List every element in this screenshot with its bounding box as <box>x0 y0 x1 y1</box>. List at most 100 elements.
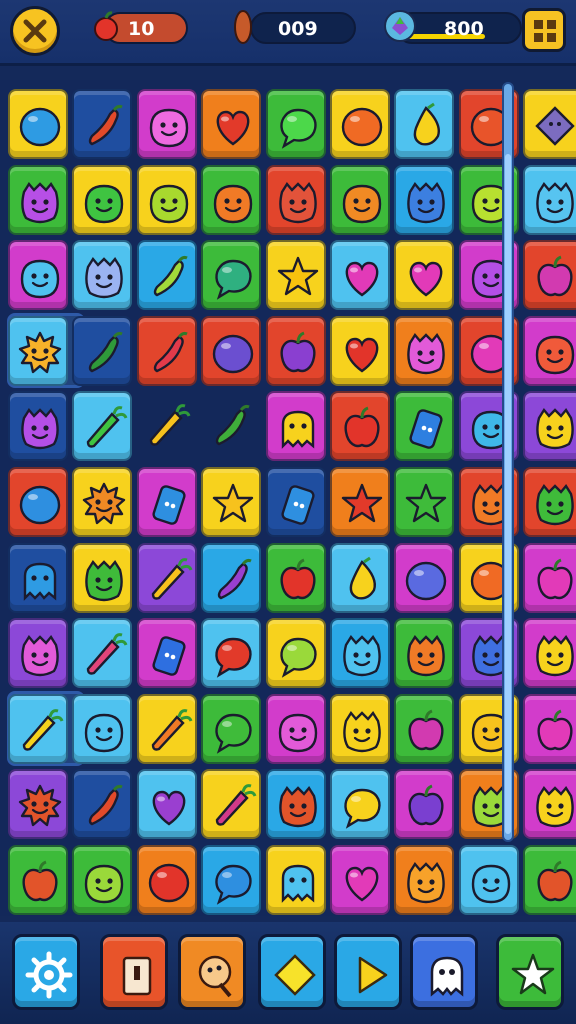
board-tile[interactable] <box>8 693 68 764</box>
board-tile[interactable] <box>72 467 133 537</box>
board-tile[interactable] <box>8 769 68 840</box>
board-tile[interactable] <box>394 769 455 840</box>
board-tile[interactable] <box>394 164 455 235</box>
board-tile[interactable] <box>330 769 390 840</box>
board-tile[interactable] <box>201 240 262 311</box>
board-tile[interactable] <box>523 693 576 764</box>
board-tile[interactable] <box>523 467 576 537</box>
board-tile[interactable] <box>394 391 455 462</box>
exit-button[interactable] <box>100 934 168 1010</box>
board-tile[interactable] <box>330 542 390 613</box>
board-tile[interactable] <box>8 542 68 613</box>
board-tile[interactable] <box>265 391 326 462</box>
board-tile[interactable] <box>136 164 197 235</box>
board-tile[interactable] <box>523 769 576 840</box>
board-tile[interactable] <box>330 89 390 159</box>
board-tile[interactable] <box>72 693 133 764</box>
board-tile[interactable] <box>201 315 262 386</box>
board-tile[interactable] <box>201 693 262 764</box>
board-tile[interactable] <box>394 315 455 386</box>
board-tile[interactable] <box>72 618 133 689</box>
board-tile[interactable] <box>330 467 390 537</box>
board-tile[interactable] <box>330 240 390 311</box>
board-tile[interactable] <box>265 467 326 537</box>
board-tile[interactable] <box>394 693 455 764</box>
close-button[interactable] <box>10 6 60 56</box>
board-tile[interactable] <box>136 845 197 915</box>
board-tile[interactable] <box>72 164 133 235</box>
board-tile[interactable] <box>265 240 326 311</box>
board-tile[interactable] <box>523 542 576 613</box>
board-scrollbar[interactable] <box>502 82 514 842</box>
board-tile[interactable] <box>523 391 576 462</box>
board-tile[interactable] <box>136 693 197 764</box>
board-tile[interactable] <box>394 467 455 537</box>
board-tile[interactable] <box>136 240 197 311</box>
booster-button[interactable] <box>178 934 246 1010</box>
board-tile[interactable] <box>136 769 197 840</box>
board-tile[interactable] <box>394 618 455 689</box>
board-tile[interactable] <box>265 89 326 159</box>
board-tile[interactable] <box>265 769 326 840</box>
board-tile[interactable] <box>265 845 326 915</box>
board-tile[interactable] <box>394 542 455 613</box>
board-tile[interactable] <box>330 315 390 386</box>
shuffle-button[interactable] <box>258 934 326 1010</box>
board-tile[interactable] <box>136 542 197 613</box>
board-tile[interactable] <box>394 89 455 159</box>
board-tile[interactable] <box>8 845 68 915</box>
board-tile[interactable] <box>137 391 197 461</box>
board-tile[interactable] <box>201 89 262 159</box>
board-tile[interactable] <box>523 164 576 235</box>
board-tile[interactable] <box>8 315 68 386</box>
settings-button[interactable] <box>12 934 80 1010</box>
board-tile[interactable] <box>136 467 197 537</box>
board-tile[interactable] <box>330 391 390 462</box>
board-tile[interactable] <box>523 89 576 159</box>
board-tile[interactable] <box>8 618 68 689</box>
board-tile[interactable] <box>523 845 576 915</box>
board-tile[interactable] <box>330 164 390 235</box>
board-tile[interactable] <box>201 769 262 840</box>
board-tile[interactable] <box>136 618 197 689</box>
board-tile[interactable] <box>72 391 133 462</box>
board-tile[interactable] <box>394 240 455 311</box>
scrollbar-thumb[interactable] <box>505 154 511 834</box>
board-tile[interactable] <box>72 769 133 840</box>
board-tile[interactable] <box>201 391 261 461</box>
board-tile[interactable] <box>201 618 262 689</box>
ghost-button[interactable] <box>410 934 478 1010</box>
board-tile[interactable] <box>201 845 262 915</box>
board-tile[interactable] <box>72 89 133 159</box>
board-tile[interactable] <box>265 315 326 386</box>
board-tile[interactable] <box>136 89 197 159</box>
board-tile[interactable] <box>523 315 576 386</box>
board-tile[interactable] <box>265 542 326 613</box>
board-tile[interactable] <box>265 693 326 764</box>
board-tile[interactable] <box>458 845 519 915</box>
board-tile[interactable] <box>8 164 68 235</box>
menu-button[interactable] <box>522 8 566 52</box>
board-tile[interactable] <box>72 542 133 613</box>
star-button[interactable] <box>496 934 564 1010</box>
board-tile[interactable] <box>330 693 390 764</box>
board-tile[interactable] <box>201 164 262 235</box>
board-tile[interactable] <box>72 240 133 311</box>
board-tile[interactable] <box>330 618 390 689</box>
board-tile[interactable] <box>8 391 68 462</box>
board-tile[interactable] <box>330 845 390 915</box>
board-tile[interactable] <box>265 164 326 235</box>
board-tile[interactable] <box>265 618 326 689</box>
board-tile[interactable] <box>523 618 576 689</box>
board-tile[interactable] <box>136 315 197 386</box>
board-tile[interactable] <box>8 240 68 311</box>
play-button[interactable] <box>334 934 402 1010</box>
board-tile[interactable] <box>8 89 68 159</box>
board-tile[interactable] <box>8 467 68 537</box>
board-tile[interactable] <box>394 845 455 915</box>
board-tile[interactable] <box>201 467 262 537</box>
board-tile[interactable] <box>523 240 576 311</box>
board-tile[interactable] <box>72 845 133 915</box>
board-tile[interactable] <box>72 315 133 386</box>
board-tile[interactable] <box>201 542 262 613</box>
